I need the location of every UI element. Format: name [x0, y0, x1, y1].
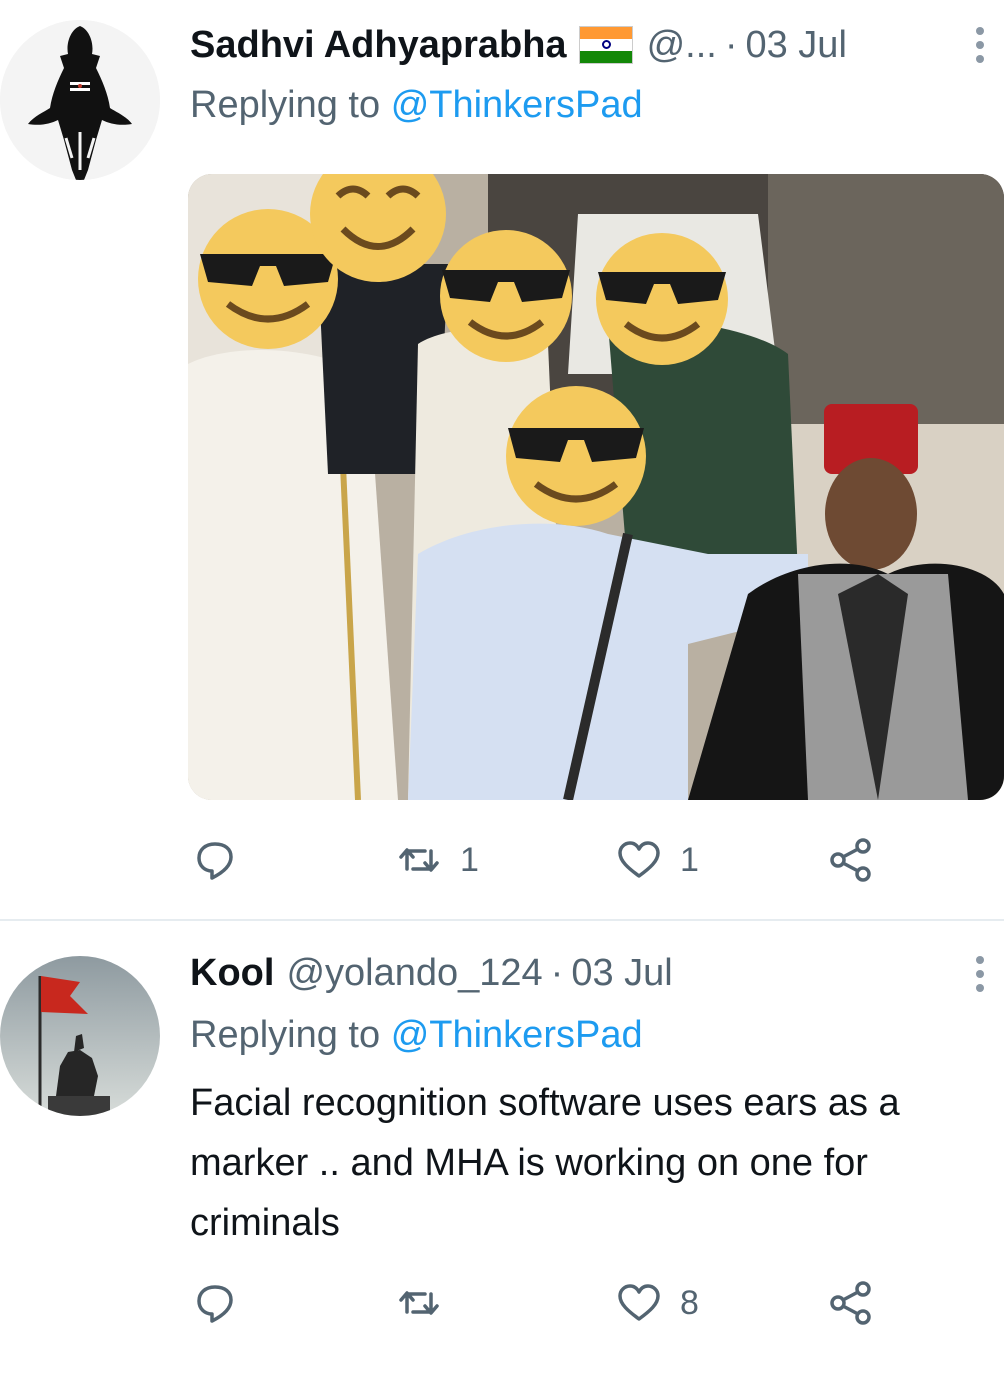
tweet-date[interactable]: 03 Jul	[745, 24, 846, 67]
flag-statue-avatar-image	[0, 956, 160, 1116]
author-handle[interactable]: @...	[647, 24, 717, 67]
tweet-header: Kool @yolando_124 · 03 Jul	[190, 948, 673, 998]
avatar[interactable]	[0, 20, 160, 180]
separator-dot: ·	[724, 23, 738, 66]
tweet-date[interactable]: 03 Jul	[571, 952, 672, 995]
author-handle[interactable]: @yolando_124	[286, 952, 542, 995]
share-nodes-icon	[830, 1281, 871, 1325]
replying-to: Replying to @ThinkersPad	[190, 84, 643, 127]
reply-button[interactable]	[190, 1273, 256, 1333]
retweet-count: 1	[460, 840, 479, 879]
retweet-button[interactable]	[394, 1273, 460, 1333]
shiva-silhouette-avatar-image	[0, 20, 160, 180]
more-options-icon[interactable]	[972, 20, 988, 70]
like-count: 8	[680, 1283, 699, 1322]
replying-to: Replying to @ThinkersPad	[190, 1014, 643, 1057]
retweet-arrows-icon	[399, 848, 439, 872]
sunglasses-emoji-icon	[506, 386, 646, 526]
share-button[interactable]	[826, 1273, 876, 1333]
india-flag-icon	[578, 26, 633, 64]
replying-to-label: Replying to	[190, 1014, 381, 1056]
author-name[interactable]: Kool	[190, 952, 274, 995]
more-options-icon[interactable]	[972, 949, 988, 999]
like-button[interactable]: 1	[614, 830, 699, 890]
share-nodes-icon	[830, 838, 871, 882]
tweet-header: Sadhvi Adhyaprabha @... · 03 Jul	[190, 20, 847, 70]
sunglasses-emoji-icon	[440, 230, 572, 362]
retweet-arrows-icon	[399, 1291, 439, 1315]
speech-bubble-icon	[197, 1285, 233, 1323]
replying-to-label: Replying to	[190, 84, 381, 126]
retweet-button[interactable]: 1	[394, 830, 479, 890]
tweet-actions: 1 1	[0, 830, 1004, 890]
tweet[interactable]: Kool @yolando_124 · 03 Jul Replying to @…	[0, 921, 1004, 1378]
author-name[interactable]: Sadhvi Adhyaprabha	[190, 24, 567, 67]
tweet-actions: 8	[0, 1273, 1004, 1333]
avatar[interactable]	[0, 956, 160, 1116]
tweet-text: Facial recognition software uses ears as…	[190, 1082, 900, 1244]
replying-to-mention[interactable]: @ThinkersPad	[391, 84, 643, 126]
like-button[interactable]: 8	[614, 1273, 699, 1333]
heart-icon	[618, 841, 660, 878]
tweet[interactable]: Sadhvi Adhyaprabha @... · 03 Jul Replyin…	[0, 0, 1004, 920]
reply-button[interactable]	[190, 830, 256, 890]
sunglasses-emoji-icon	[596, 233, 728, 365]
replying-to-mention[interactable]: @ThinkersPad	[391, 1014, 643, 1056]
speech-bubble-icon	[197, 842, 233, 880]
heart-icon	[618, 1284, 660, 1321]
like-count: 1	[680, 840, 699, 879]
separator-dot: ·	[550, 951, 564, 994]
share-button[interactable]	[826, 830, 876, 890]
group-photo-image	[188, 174, 1004, 800]
tweet-photo[interactable]	[188, 174, 1004, 800]
